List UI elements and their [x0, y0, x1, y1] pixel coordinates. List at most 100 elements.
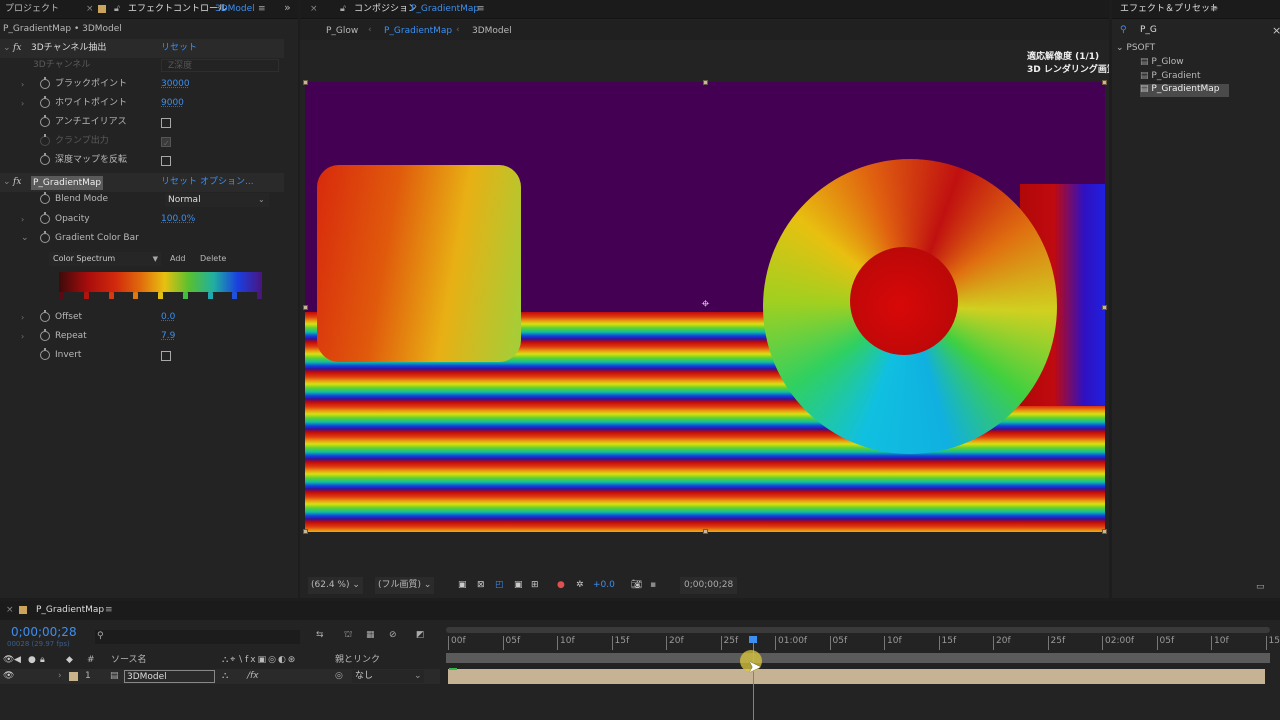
preset-folder[interactable]: ⌄ PSOFT — [1116, 43, 1155, 53]
transform-handle[interactable] — [303, 529, 308, 534]
anchor-point-icon[interactable]: ⌖ — [697, 296, 714, 313]
layer-row[interactable]: 👁︎ › 1 ▤ 3DModel ⛬ /fx ◎ なし ⌄ — [0, 669, 440, 684]
exposure-value[interactable]: +0.0 — [593, 577, 615, 594]
playhead[interactable] — [749, 634, 759, 720]
param-offset[interactable]: › Offset 0.0 — [0, 308, 284, 327]
search-input[interactable]: P_G — [1140, 23, 1157, 38]
frame-blending-icon[interactable]: ⊘ — [389, 630, 397, 640]
twirl-icon[interactable]: › — [21, 75, 24, 94]
pickwhip-icon[interactable]: ◎ — [335, 669, 343, 684]
effect-switch-icon[interactable]: /fx — [247, 669, 259, 684]
gradient-stop-marker[interactable] — [59, 292, 64, 299]
gradient-stop-marker[interactable] — [208, 292, 213, 299]
invert-depth-checkbox[interactable] — [161, 156, 171, 166]
stopwatch-icon[interactable] — [40, 192, 50, 204]
composition-viewer[interactable]: ⌖ — [305, 82, 1105, 532]
lock-toggle-icon[interactable]: 🔒︎ — [40, 653, 45, 668]
transform-handle[interactable] — [303, 305, 308, 310]
param-black-point[interactable]: › ブラックポイント 30000 — [0, 75, 284, 94]
transform-handle[interactable] — [1102, 529, 1107, 534]
stopwatch-icon[interactable] — [40, 231, 50, 243]
transform-handle[interactable] — [1102, 305, 1107, 310]
collapse-switch-icon[interactable]: ⛬ — [222, 669, 228, 684]
tab-effects-presets[interactable]: エフェクト＆プリセット — [1120, 3, 1219, 16]
tab-effect-controls[interactable]: エフェクトコントロール — [128, 3, 227, 16]
work-area-bar[interactable] — [446, 653, 1270, 663]
invert-checkbox[interactable] — [161, 351, 171, 361]
channel-dropdown[interactable]: Z深度 — [161, 59, 279, 72]
lock-icon[interactable]: 🔓︎ — [340, 3, 346, 16]
param-gradient-color-bar[interactable]: ⌄ Gradient Color Bar — [0, 229, 284, 248]
close-icon[interactable]: × — [6, 605, 14, 615]
expand-panels-icon[interactable]: » — [284, 1, 291, 14]
preset-item[interactable]: ▤ P_Gradient — [1140, 71, 1201, 81]
twirl-icon[interactable]: › — [21, 210, 24, 229]
comp-mini-flowchart-icon[interactable]: ⇆ — [316, 630, 324, 640]
snapshot-region-icon[interactable]: ▣ — [458, 577, 467, 594]
guides-icon[interactable]: ▣ — [514, 577, 523, 594]
exposure-icon[interactable]: ✲ — [576, 577, 584, 594]
gradient-color-bar[interactable] — [59, 272, 262, 292]
preset-item-selected[interactable]: ▤ P_GradientMap — [1140, 84, 1230, 97]
layer-name[interactable]: 3DModel — [124, 670, 215, 683]
transparency-grid-icon[interactable]: ⊠ — [477, 577, 485, 594]
audio-toggle-icon[interactable]: ◀︎ — [14, 653, 21, 668]
lock-icon[interactable]: 🔓︎ — [114, 3, 120, 16]
graph-editor-icon[interactable]: ◩ — [416, 630, 425, 640]
transform-handle[interactable] — [1102, 80, 1107, 85]
resolution-dropdown[interactable]: (フル画質) ⌄ — [375, 577, 435, 594]
stopwatch-icon[interactable] — [40, 96, 50, 108]
param-opacity[interactable]: › Opacity 100.0% — [0, 210, 284, 229]
gradient-stop-marker[interactable] — [158, 292, 163, 299]
zoom-dropdown[interactable]: (62.4 %) ⌄ — [308, 577, 363, 594]
param-white-point[interactable]: › ホワイトポイント 9000 — [0, 94, 284, 113]
stopwatch-icon[interactable] — [40, 115, 50, 127]
twirl-icon[interactable]: › — [58, 669, 62, 684]
antialias-checkbox[interactable] — [161, 118, 171, 128]
param-value[interactable]: 0.0 — [161, 308, 175, 327]
time-navigator[interactable] — [446, 627, 1270, 633]
new-preset-icon[interactable]: ▭ — [1256, 582, 1265, 592]
viewer-timecode[interactable]: 0;00;00;28 — [680, 577, 738, 594]
time-ruler[interactable]: 00f 05f 10f 15f 20f 25f 01:00f 05f 10f 15f 20f 25f 0… — [446, 635, 1280, 651]
twirl-icon[interactable]: › — [21, 308, 24, 327]
current-timecode[interactable]: 0;00;00;28 — [11, 625, 77, 639]
twirl-icon[interactable]: › — [21, 327, 24, 346]
gradient-stop-marker[interactable] — [84, 292, 89, 299]
twirl-open-icon[interactable]: ⌄ — [21, 229, 29, 248]
grid-icon[interactable]: ⊞ — [531, 577, 539, 594]
tab-composition[interactable]: コンポジション — [354, 3, 417, 16]
stopwatch-icon[interactable] — [40, 348, 50, 360]
playhead-handle[interactable] — [749, 636, 758, 643]
clear-search-icon[interactable]: × — [1272, 23, 1280, 38]
param-repeat[interactable]: › Repeat 7.9 — [0, 327, 284, 346]
gradient-stop-marker[interactable] — [183, 292, 188, 299]
stopwatch-icon[interactable] — [40, 310, 50, 322]
hide-shy-layers-icon[interactable]: ▦ — [366, 630, 375, 640]
blend-mode-dropdown[interactable]: Normal — [165, 193, 269, 207]
timeline-search[interactable]: ⚲ — [95, 630, 300, 644]
close-icon[interactable]: × — [86, 3, 94, 16]
panel-menu-icon[interactable]: ≡ — [477, 3, 485, 16]
color-spectrum-dropdown[interactable]: Color Spectrum ▼ — [49, 252, 161, 266]
panel-menu-icon[interactable]: ≡ — [105, 605, 113, 615]
transform-handle[interactable] — [303, 80, 308, 85]
label-color-icon[interactable]: ◆ — [66, 653, 73, 668]
gradient-stop-marker[interactable] — [257, 292, 262, 299]
subtab-p-glow[interactable]: P_Glow — [326, 26, 358, 36]
add-stop-button[interactable]: Add — [170, 254, 186, 263]
close-icon[interactable]: × — [310, 3, 318, 16]
stopwatch-icon[interactable] — [40, 329, 50, 341]
gradient-stop-marker[interactable] — [109, 292, 114, 299]
presets-search[interactable]: ⚲ P_G × — [1118, 23, 1280, 38]
tab-timeline[interactable]: P_GradientMap — [36, 605, 104, 615]
column-parent-link[interactable]: 親とリンク — [335, 653, 380, 668]
transform-handle[interactable] — [703, 80, 708, 85]
color-channels-icon[interactable]: ● — [557, 577, 565, 594]
stopwatch-icon[interactable] — [40, 212, 50, 224]
preset-item[interactable]: ▤ P_Glow — [1140, 57, 1184, 67]
transform-handle[interactable] — [703, 529, 708, 534]
video-toggle-icon[interactable]: 👁︎ — [3, 653, 14, 668]
layer-label-color[interactable] — [69, 672, 78, 681]
param-value[interactable]: 9000 — [161, 94, 184, 113]
